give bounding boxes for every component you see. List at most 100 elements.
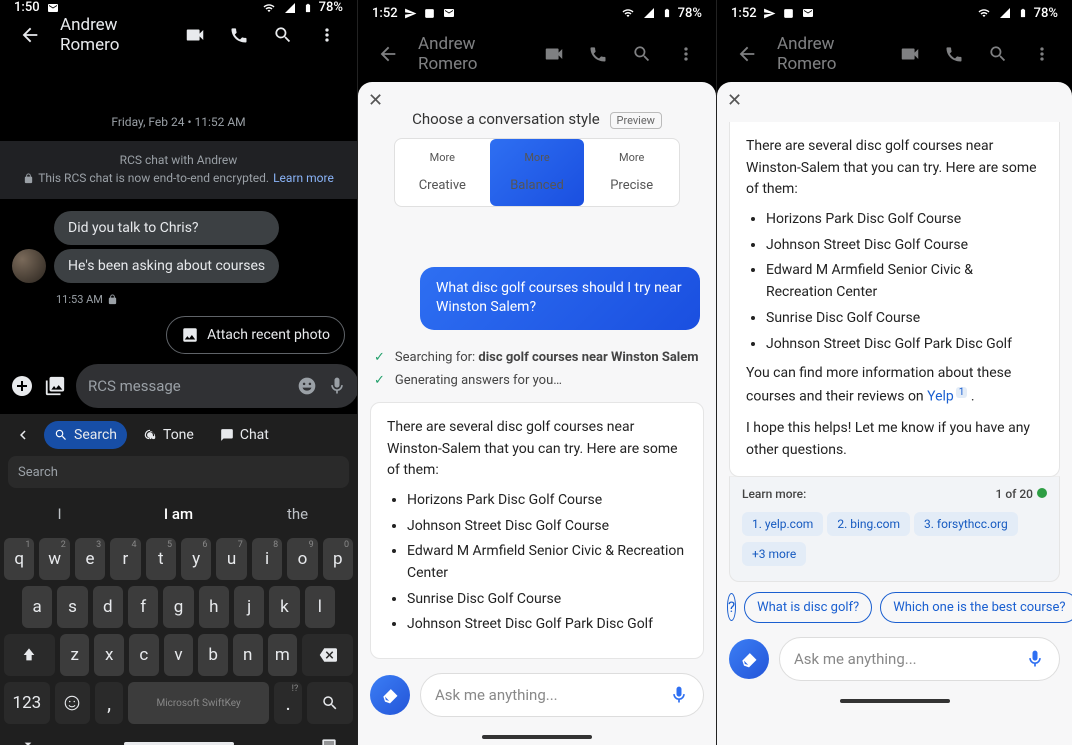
check-icon: ✓ (374, 373, 385, 388)
video-call-button[interactable] (175, 15, 215, 55)
key-q[interactable]: q1 (4, 538, 34, 580)
key-f[interactable]: f (128, 586, 158, 628)
learn-more-section: Learn more: 1 of 20 1. yelp.com2. bing.c… (729, 476, 1060, 582)
key-i[interactable]: i8 (252, 538, 282, 580)
followup-chip[interactable]: Which one is the best course? (880, 592, 1072, 623)
avatar[interactable] (12, 249, 46, 283)
style-balanced[interactable]: MoreBalanced (490, 139, 585, 206)
back-button[interactable] (10, 15, 50, 55)
key-w[interactable]: w2 (39, 538, 69, 580)
source-chip[interactable]: +3 more (742, 542, 806, 566)
key-a[interactable]: a (22, 586, 52, 628)
nav-pill[interactable] (482, 735, 592, 739)
key-h[interactable]: h (199, 586, 229, 628)
nav-pill[interactable] (840, 699, 950, 703)
backspace-key[interactable] (302, 634, 353, 676)
back-button[interactable] (368, 34, 408, 74)
learn-more-link[interactable]: Learn more (273, 169, 334, 187)
search-button[interactable] (263, 15, 303, 55)
video-call-button[interactable] (534, 34, 574, 74)
add-button[interactable] (10, 371, 34, 401)
help-icon[interactable]: ? (727, 593, 736, 621)
compose-input[interactable] (76, 364, 357, 408)
period-key[interactable]: .!? (274, 682, 302, 724)
key-y[interactable]: y6 (181, 538, 211, 580)
answer-list-item: Johnson Street Disc Golf Course (407, 516, 687, 538)
voice-call-button[interactable] (578, 34, 618, 74)
app-bar: Andrew Romero (358, 26, 716, 82)
key-t[interactable]: t5 (146, 538, 176, 580)
answer-card: There are several disc golf courses near… (729, 122, 1060, 477)
key-c[interactable]: c (129, 634, 159, 676)
shift-key[interactable] (4, 634, 55, 676)
emoji-key[interactable] (55, 682, 90, 724)
search-button[interactable] (978, 34, 1018, 74)
suggestion[interactable]: I (0, 494, 119, 534)
overflow-menu-button[interactable] (666, 34, 706, 74)
android-navbar (0, 730, 357, 745)
kb-collapse-button[interactable] (8, 426, 38, 444)
key-x[interactable]: x (94, 634, 124, 676)
source-chip[interactable]: 3. forsythcc.org (914, 512, 1018, 536)
nav-down-icon[interactable] (20, 736, 36, 745)
voice-call-button[interactable] (219, 15, 259, 55)
kb-tab-search[interactable]: Search (44, 421, 127, 449)
mic-icon[interactable] (327, 376, 347, 396)
suggestion[interactable]: the (238, 494, 357, 534)
overflow-menu-button[interactable] (1022, 34, 1062, 74)
key-n[interactable]: n (233, 634, 263, 676)
close-button[interactable]: ✕ (727, 90, 742, 111)
overflow-menu-button[interactable] (307, 15, 347, 55)
kb-tab-tone[interactable]: Tone (133, 421, 204, 449)
suggestion[interactable]: I am (119, 494, 238, 534)
source-chip[interactable]: 1. yelp.com (742, 512, 823, 536)
symbols-key[interactable]: 123 (4, 682, 50, 724)
new-topic-button[interactable] (729, 639, 769, 679)
voice-call-button[interactable] (934, 34, 974, 74)
key-l[interactable]: l (305, 586, 335, 628)
source-chip[interactable]: 2. bing.com (827, 512, 910, 536)
mic-icon[interactable] (669, 685, 689, 705)
key-k[interactable]: k (269, 586, 299, 628)
broom-icon (739, 649, 759, 669)
ask-input[interactable]: Ask me anything... (779, 637, 1060, 681)
key-z[interactable]: z (60, 634, 90, 676)
kb-tab-chat[interactable]: Chat (210, 421, 279, 449)
yelp-link[interactable]: Yelp (927, 389, 954, 405)
key-s[interactable]: s (57, 586, 87, 628)
style-creative[interactable]: MoreCreative (395, 139, 490, 206)
citation-badge[interactable]: 1 (956, 387, 968, 398)
style-precise[interactable]: MorePrecise (584, 139, 679, 206)
space-key[interactable]: Microsoft SwiftKey (128, 682, 269, 724)
key-r[interactable]: r4 (110, 538, 140, 580)
key-o[interactable]: o9 (287, 538, 317, 580)
key-u[interactable]: u7 (216, 538, 246, 580)
search-button[interactable] (622, 34, 662, 74)
attach-photo-chip[interactable]: Attach recent photo (166, 316, 345, 354)
message-bubble[interactable]: Did you talk to Chris? (54, 211, 279, 245)
key-e[interactable]: e3 (75, 538, 105, 580)
video-call-button[interactable] (890, 34, 930, 74)
key-d[interactable]: d (93, 586, 123, 628)
key-m[interactable]: m (268, 634, 298, 676)
compose-field[interactable] (88, 377, 287, 395)
key-v[interactable]: v (164, 634, 194, 676)
ask-input[interactable]: Ask me anything... (420, 673, 704, 717)
back-button[interactable] (727, 34, 767, 74)
emoji-icon[interactable] (297, 376, 317, 396)
kb-search-field[interactable]: Search (8, 456, 349, 488)
key-p[interactable]: p0 (323, 538, 353, 580)
new-topic-button[interactable] (370, 675, 410, 715)
close-button[interactable]: ✕ (368, 90, 383, 111)
followup-chip[interactable]: What is disc golf? (744, 592, 872, 623)
kb-switch-icon[interactable] (321, 736, 337, 745)
key-b[interactable]: b (198, 634, 228, 676)
message-bubble[interactable]: He's been asking about courses (54, 249, 279, 283)
key-j[interactable]: j (234, 586, 264, 628)
screen-messages: 1:50 78% Andrew Romero Friday, Feb 24 • … (0, 0, 357, 745)
gallery-button[interactable] (44, 371, 66, 401)
comma-key[interactable]: , (95, 682, 123, 724)
key-g[interactable]: g (163, 586, 193, 628)
mic-icon[interactable] (1025, 649, 1045, 669)
enter-key[interactable] (307, 682, 353, 724)
